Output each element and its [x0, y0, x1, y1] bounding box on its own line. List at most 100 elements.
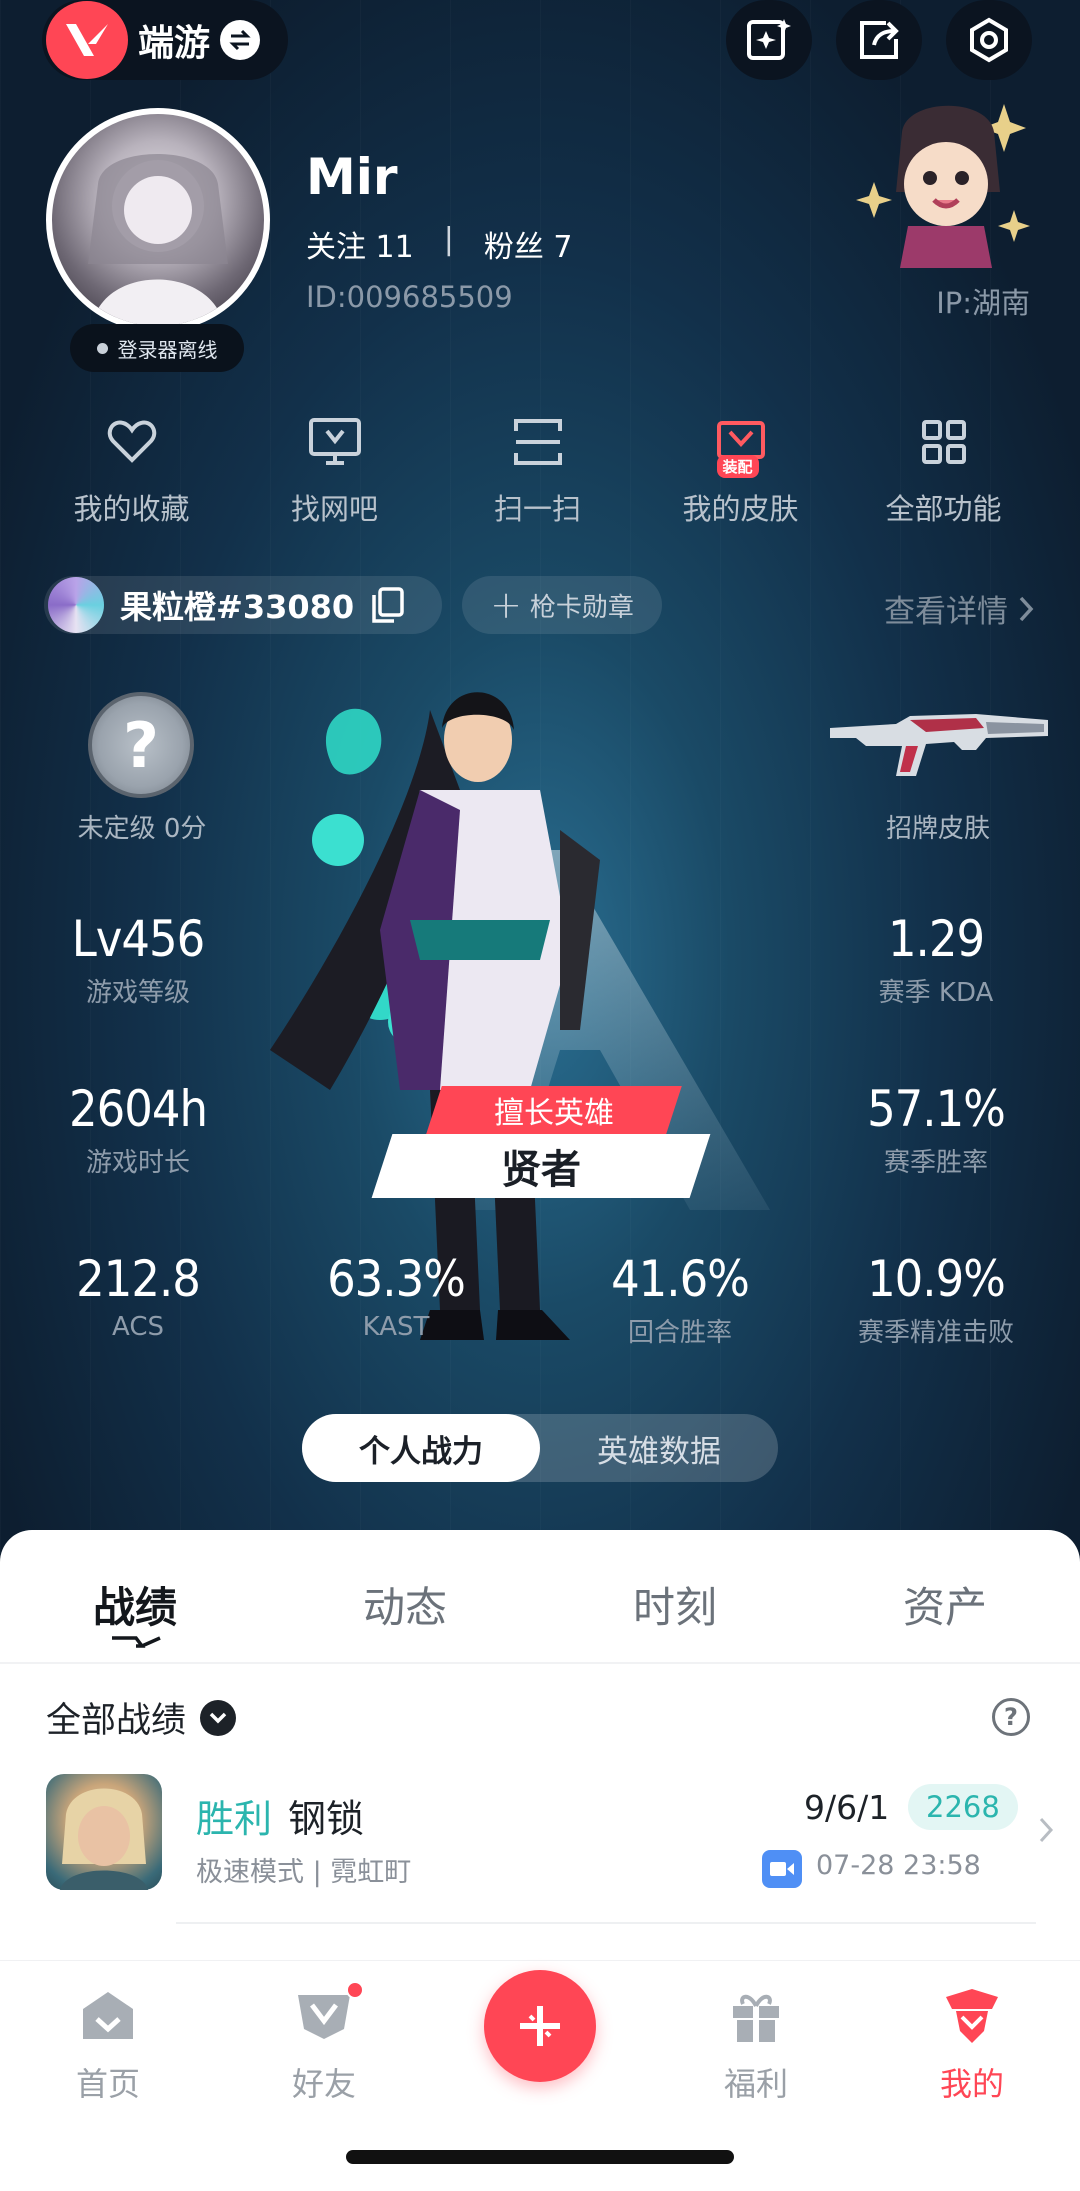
shortcut-scan[interactable]: 扫一扫	[436, 414, 639, 528]
stat-label: 赛季胜率	[883, 1148, 988, 1178]
stat-value: 10.9%	[867, 1250, 1006, 1308]
card-badge-label: 枪卡勋章	[529, 592, 634, 623]
shortcut-label: 找网吧	[290, 492, 378, 526]
following-link[interactable]: 关注 11	[306, 222, 414, 266]
view-details-label: 查看详情	[884, 594, 1008, 630]
following-count: 11	[375, 230, 414, 265]
stat-label: ACS	[112, 1312, 164, 1342]
share-button[interactable]	[836, 0, 922, 80]
fans-label: 粉丝	[483, 230, 544, 265]
grid-icon	[916, 414, 972, 470]
divider	[176, 1922, 1036, 1924]
match-kda: 9/6/1	[804, 1788, 890, 1827]
stat-winrate: 57.1% 赛季胜率	[816, 1080, 1056, 1179]
nav-label: 好友	[291, 2065, 356, 2103]
equip-badge: 装配	[716, 455, 759, 478]
best-agent-tag-label: 擅长英雄	[494, 1096, 614, 1131]
friends-icon	[254, 1981, 394, 2051]
view-details-link[interactable]: 查看详情	[884, 586, 1034, 631]
agent-avatar	[46, 1774, 162, 1890]
stat-kda: 1.29 赛季 KDA	[816, 910, 1056, 1009]
stat-level: Lv456 游戏等级	[18, 910, 258, 1009]
nav-label: 首页	[75, 2065, 140, 2103]
heart-icon	[104, 414, 160, 470]
tab-moments[interactable]: 时刻	[540, 1574, 810, 1635]
shortcut-netcafe[interactable]: 找网吧	[233, 414, 436, 528]
fans-count: 7	[553, 230, 573, 265]
status-text: 登录器离线	[117, 337, 218, 362]
share-icon	[860, 21, 899, 59]
divider	[0, 1662, 1080, 1664]
match-result: 胜利	[196, 1797, 273, 1841]
stat-value: Lv456	[71, 910, 206, 968]
card-sparkle-icon	[747, 19, 791, 60]
launcher-status: 登录器离线	[70, 324, 244, 372]
tab-records[interactable]: 战绩	[0, 1574, 270, 1635]
valorant-logo-icon	[46, 1, 128, 79]
settings-button[interactable]	[946, 0, 1032, 80]
fans-link[interactable]: 粉丝 7	[484, 222, 573, 266]
stats-segment-control: 个人战力 英雄数据	[302, 1414, 778, 1482]
nav-welfare[interactable]: 福利	[686, 1981, 826, 2105]
shortcut-all-features[interactable]: 全部功能	[842, 414, 1045, 528]
character-sticker	[856, 104, 1030, 268]
stat-round-win: 41.6% 回合胜率	[560, 1250, 800, 1349]
user-id: ID:009685509	[306, 280, 513, 314]
record-filter-dropdown[interactable]: 全部战绩	[46, 1692, 237, 1743]
stat-value: 1.29	[887, 910, 985, 968]
nav-friends[interactable]: 好友	[254, 1981, 394, 2105]
match-mode-map: 极速模式 | 霓虹町	[196, 1857, 412, 1888]
stat-acs: 212.8 ACS	[18, 1250, 258, 1342]
stat-label: 回合胜率	[627, 1318, 732, 1348]
follow-separator: |	[443, 222, 454, 257]
stat-value: 2604h	[69, 1080, 208, 1138]
stat-label: 游戏时长	[85, 1148, 190, 1178]
profile-hero: 端游 登录器离线 Mir 关注 11 | 粉丝 7 ID:009685509 I…	[0, 0, 1080, 1560]
shortcut-label: 我的皮肤	[682, 492, 799, 526]
segment-agent-data[interactable]: 英雄数据	[540, 1414, 778, 1482]
copy-icon[interactable]	[370, 587, 404, 623]
match-agent: 钢锁	[288, 1797, 365, 1841]
shortcut-skins[interactable]: 装配 我的皮肤	[639, 414, 842, 528]
rank-icon[interactable]: ?	[88, 692, 194, 798]
tab-feed[interactable]: 动态	[270, 1574, 540, 1635]
match-record-row[interactable]: 胜利 钢锁 极速模式 | 霓虹町 9/6/1 2268 07-28 23:58	[46, 1774, 1054, 1894]
chevron-down-icon	[200, 1699, 237, 1736]
shortcut-favorites[interactable]: 我的收藏	[30, 414, 233, 528]
game-account-pill[interactable]: 果粒橙#33080	[44, 576, 442, 634]
monitor-icon	[307, 414, 363, 470]
tab-assets[interactable]: 资产	[810, 1574, 1080, 1635]
tab-bar: 战绩 动态 时刻 资产	[0, 1574, 1080, 1635]
card-badge-button[interactable]: + 枪卡勋章	[462, 576, 662, 634]
avatar[interactable]	[46, 108, 270, 332]
shortcut-bar: 我的收藏 找网吧 扫一扫 装配 我的皮肤 全部功能	[0, 414, 1080, 528]
chevron-right-icon	[1019, 596, 1034, 621]
card-edit-button[interactable]	[726, 0, 812, 80]
plus-icon: +	[490, 583, 522, 627]
signature-skin-label: 招牌皮肤	[885, 814, 990, 844]
filter-label: 全部战绩	[46, 1701, 187, 1741]
create-post-button[interactable]	[484, 1970, 596, 2082]
segment-personal-power[interactable]: 个人战力	[302, 1414, 540, 1482]
home-indicator	[346, 2150, 734, 2164]
ip-location: IP:湖南	[936, 286, 1030, 320]
gift-icon	[686, 1981, 826, 2051]
best-agent-name-label: 贤者	[501, 1147, 581, 1193]
nav-label: 福利	[723, 2065, 788, 2103]
plus-icon	[520, 2006, 560, 2046]
stat-precision: 10.9% 赛季精准击败	[816, 1250, 1056, 1349]
stat-kast: 63.3% KAST	[276, 1250, 516, 1342]
stat-value: 41.6%	[611, 1250, 750, 1308]
video-replay-icon[interactable]	[762, 1850, 802, 1888]
game-account-name: 果粒橙#33080	[120, 588, 355, 626]
stat-label: KAST	[362, 1312, 430, 1342]
scan-icon	[510, 414, 566, 470]
game-switcher[interactable]: 端游	[42, 0, 288, 80]
nav-home[interactable]: 首页	[38, 1981, 178, 2105]
stat-value: 57.1%	[867, 1080, 1006, 1138]
help-icon[interactable]: ?	[992, 1698, 1030, 1736]
best-agent-name[interactable]: 贤者	[371, 1134, 711, 1198]
swap-icon[interactable]	[220, 20, 261, 60]
rifle-skin-icon[interactable]	[826, 706, 1052, 778]
nav-mine[interactable]: 我的	[902, 1981, 1042, 2105]
